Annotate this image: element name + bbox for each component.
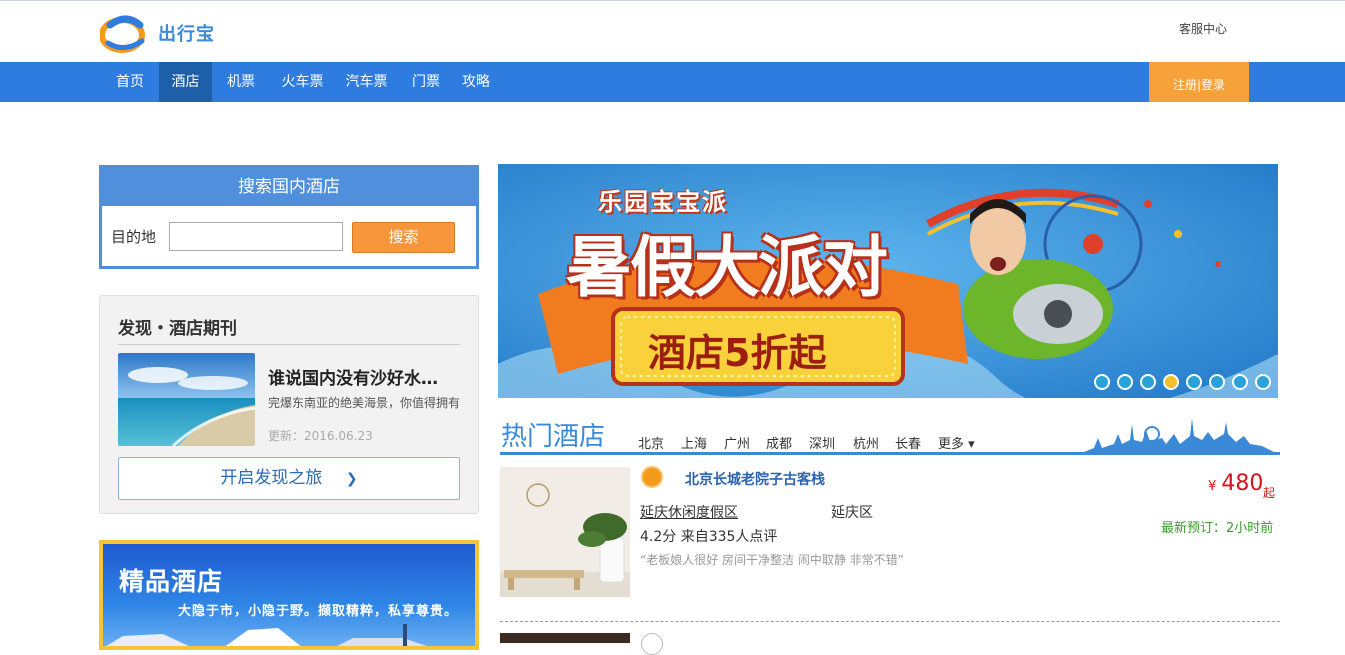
hotel-district: 延庆区	[831, 505, 873, 521]
nav-hotel[interactable]: 酒店	[159, 62, 212, 102]
destination-label: 目的地	[111, 228, 157, 246]
boutique-title: 精品酒店	[119, 567, 224, 596]
city-skyline-icon	[1084, 418, 1274, 452]
banner-promo-text: 酒店5折起	[648, 331, 827, 375]
section-divider	[500, 452, 1280, 455]
top-header: 出行宝 客服中心	[0, 0, 1345, 62]
hotel-search-panel: 搜索国内酒店 目的地 搜索	[99, 165, 479, 269]
building-roofs-image	[106, 624, 427, 646]
logo-icon	[100, 15, 145, 53]
carousel-dot[interactable]	[1140, 374, 1156, 390]
search-title: 搜索国内酒店	[102, 168, 476, 206]
main-nav: 首页 酒店 机票 火车票 汽车票 门票 攻略 注册|登录	[0, 62, 1345, 102]
carousel-dot[interactable]	[1232, 374, 1248, 390]
article-date: 更新：2016.06.23	[268, 429, 373, 443]
nav-tickets[interactable]: 门票	[404, 62, 448, 102]
carousel-dot[interactable]	[1117, 374, 1133, 390]
divider	[118, 344, 460, 345]
hotel-badge-icon	[641, 466, 663, 488]
promo-banner[interactable]: 乐园宝宝派 暑假大派对 酒店5折起	[498, 164, 1278, 398]
city-tab-hangzhou[interactable]: 杭州	[853, 433, 879, 452]
list-divider	[500, 621, 1280, 622]
carousel-dot[interactable]	[1094, 374, 1110, 390]
city-tab-shanghai[interactable]: 上海	[681, 433, 707, 452]
city-tab-chengdu[interactable]: 成都	[766, 433, 792, 452]
article-subtitle: 完爆东南亚的绝美海景，你值得拥有	[268, 396, 461, 410]
search-button[interactable]: 搜索	[352, 222, 455, 253]
nav-bus[interactable]: 汽车票	[338, 62, 395, 102]
next-hotel-thumbnail[interactable]	[500, 633, 630, 643]
carousel-dot[interactable]	[1255, 374, 1271, 390]
nav-train[interactable]: 火车票	[274, 62, 331, 102]
nav-home[interactable]: 首页	[106, 62, 154, 102]
city-tab-changchun[interactable]: 长春	[895, 433, 921, 452]
boutique-hotels-banner[interactable]: 精品酒店 大隐于市，小隐于野。撷取精粹，私享尊贵。	[99, 540, 479, 650]
hotel-review-quote: “老板娘人很好 房间干净整洁 闹中取静 非常不错”	[640, 553, 904, 567]
start-discovery-button[interactable]: 开启发现之旅 ❯	[118, 457, 460, 500]
login-register-button[interactable]: 注册|登录	[1149, 62, 1249, 102]
carousel-dot-active[interactable]	[1163, 374, 1179, 390]
hotel-rating: 4.2分 来自335人点评	[640, 529, 778, 545]
next-hotel-badge-icon	[641, 633, 663, 655]
price-value: 480	[1221, 471, 1264, 496]
latest-booking: 最新预订：2小时前	[1161, 521, 1274, 536]
carousel-dot[interactable]	[1186, 374, 1202, 390]
city-tab-shenzhen[interactable]: 深圳	[809, 433, 835, 452]
nav-guides[interactable]: 攻略	[454, 62, 498, 102]
discover-card: 发现・酒店期刊 谁说国内没有沙好水… 完爆东南亚的绝美海景，你值得拥有 更新：2…	[99, 295, 479, 514]
brand-name: 出行宝	[158, 24, 215, 45]
hotel-price: ¥ 480	[1208, 471, 1263, 496]
carousel-dot[interactable]	[1209, 374, 1225, 390]
button-label: 开启发现之旅	[220, 468, 323, 488]
hotel-category-link[interactable]: 延庆休闲度假区	[640, 502, 738, 522]
nav-flight[interactable]: 机票	[218, 62, 264, 102]
banner-headline-big: 暑假大派对	[566, 229, 888, 306]
hot-hotels-title: 热门酒店	[501, 422, 606, 452]
article-headline[interactable]: 谁说国内没有沙好水…	[268, 364, 438, 389]
hotel-name-link[interactable]: 北京长城老院子古客栈	[685, 469, 825, 489]
destination-input[interactable]	[169, 222, 343, 251]
city-tab-guangzhou[interactable]: 广州	[724, 433, 750, 452]
carousel-dots	[1094, 374, 1271, 390]
beach-image[interactable]	[118, 353, 255, 446]
currency-symbol: ¥	[1208, 479, 1217, 494]
discover-title: 发现・酒店期刊	[118, 319, 237, 339]
chevron-right-icon: ❯	[345, 471, 358, 487]
banner-headline-small: 乐园宝宝派	[598, 188, 728, 216]
price-suffix: 起	[1263, 486, 1276, 500]
boutique-subtitle: 大隐于市，小隐于野。撷取精粹，私享尊贵。	[178, 604, 459, 619]
more-cities-dropdown[interactable]: 更多 ▾	[938, 433, 975, 452]
hotel-thumbnail[interactable]	[500, 467, 630, 597]
logo[interactable]: 出行宝	[100, 11, 215, 55]
customer-service-link[interactable]: 客服中心	[1179, 20, 1227, 37]
city-tab-beijing[interactable]: 北京	[638, 433, 664, 452]
